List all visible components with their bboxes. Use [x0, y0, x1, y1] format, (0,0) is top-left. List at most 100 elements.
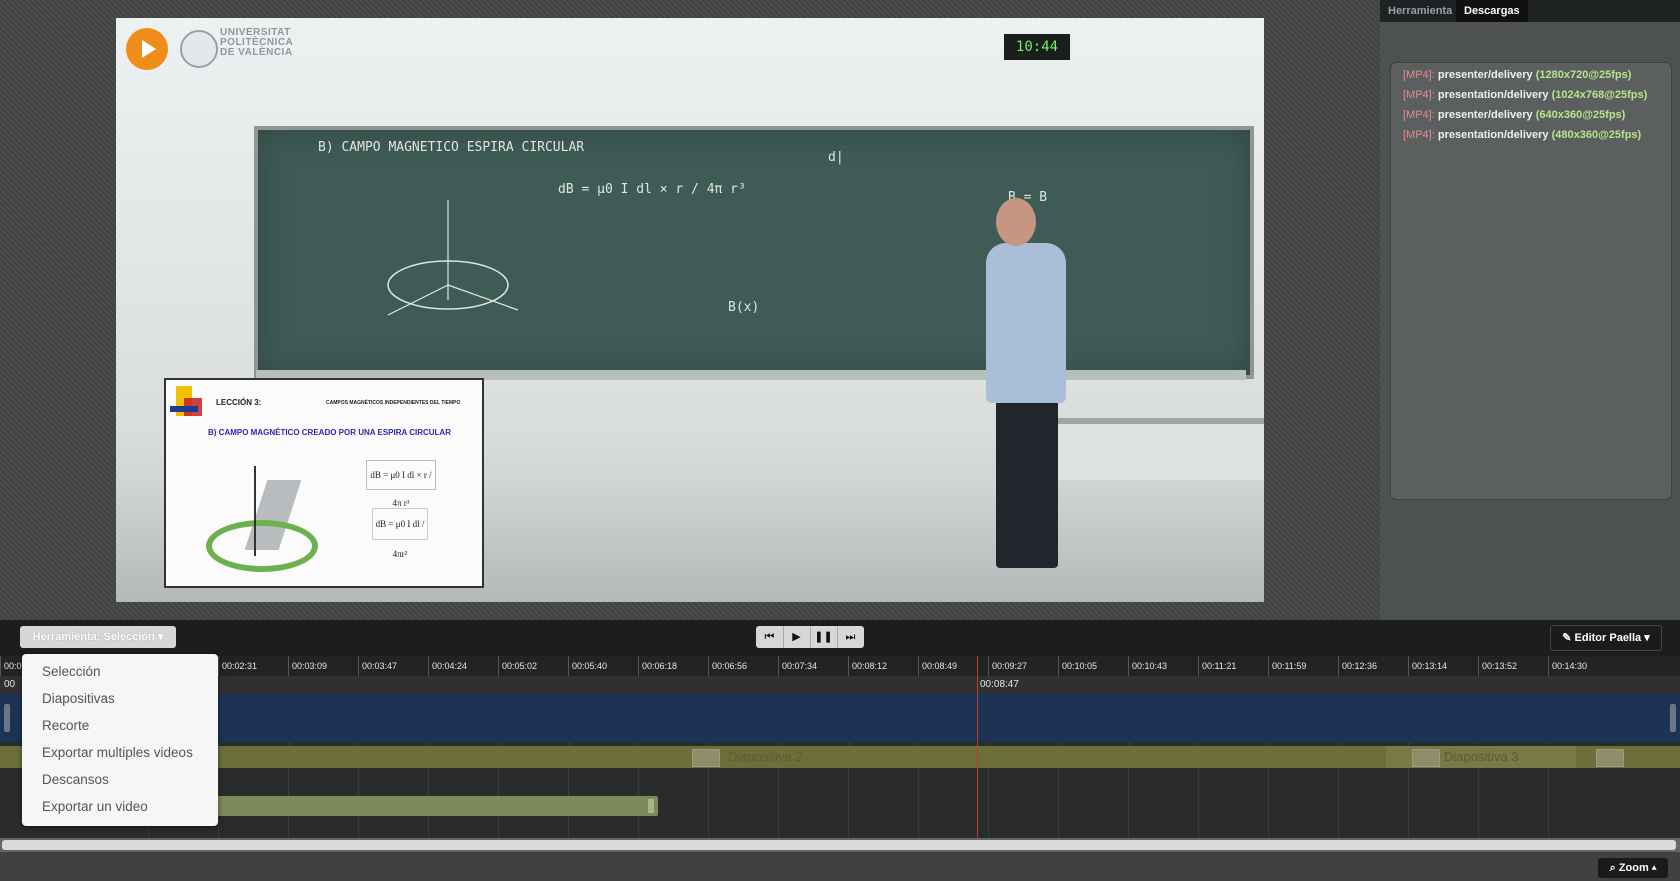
video-track[interactable]	[0, 694, 1680, 742]
ruler-tick: 00:08:49	[918, 656, 957, 676]
download-format: [MP4]:	[1403, 89, 1435, 101]
tab-herramienta[interactable]: Herramienta	[1380, 0, 1460, 22]
download-resolution: (1280x720@25fps)	[1535, 69, 1632, 81]
playback-controls: ⏮ ▶ ❚❚ ⏭	[756, 626, 864, 648]
download-link[interactable]: [MP4]: presenter/delivery (1280x720@25fp…	[1403, 69, 1631, 81]
slide-thumbnail[interactable]: LECCIÓN 3: CAMPOS MAGNÉTICOS INDEPENDIEN…	[164, 378, 484, 588]
tools-dropdown-button[interactable]: Herramienta: Selección ▾	[20, 626, 176, 648]
university-name: UNIVERSITAT POLITÈCNICA DE VALÈNCIA	[220, 27, 294, 58]
slide-header: CAMPOS MAGNÉTICOS INDEPENDIENTES DEL TIE…	[326, 400, 461, 406]
ruler-tick: 00:0	[0, 656, 22, 676]
panel-tabs: Herramienta Descargas	[1380, 0, 1680, 22]
download-name: presenter/delivery	[1437, 69, 1533, 81]
play-icon[interactable]: ▶	[783, 626, 811, 648]
slide-ring-shape	[206, 520, 318, 572]
ruler-start-label: 00	[4, 679, 16, 690]
slide-equation-2: dB = μ0 I dl / 4πr²	[372, 508, 428, 559]
menu-item-exportar-video[interactable]: Exportar un video	[42, 799, 148, 814]
download-resolution: (640x360@25fps)	[1535, 109, 1626, 121]
board-text-bx: B(x)	[728, 300, 760, 315]
ruler-tick: 00:13:14	[1408, 656, 1447, 676]
prev-icon[interactable]: ⏮	[756, 626, 784, 648]
right-panel: Herramienta Descargas [MP4]: presenter/d…	[1380, 0, 1680, 620]
tab-descargas[interactable]: Descargas	[1456, 0, 1528, 22]
trim-end-handle[interactable]	[648, 799, 654, 813]
next-icon[interactable]: ⏭	[837, 626, 864, 648]
ruler-tick: 00:06:56	[708, 656, 747, 676]
current-time-label: 00:08:47	[980, 679, 1019, 690]
download-format: [MP4]:	[1403, 129, 1435, 141]
slides-track[interactable]: Diapositiva 2 Diapositiva 3	[0, 746, 1680, 768]
search-icon: ⌕	[1609, 862, 1616, 874]
menu-item-recorte[interactable]: Recorte	[42, 718, 89, 733]
timeline-editor: Herramienta: Selección ▾ ⏮ ▶ ❚❚ ⏭ ✎ Edit…	[0, 620, 1680, 881]
edit-icon: ✎	[1562, 632, 1572, 644]
ruler-tick: 00:06:18	[638, 656, 677, 676]
pause-icon[interactable]: ❚❚	[810, 626, 838, 648]
playhead[interactable]	[977, 656, 978, 856]
menu-item-descansos[interactable]: Descansos	[42, 772, 109, 787]
downloads-list: [MP4]: presenter/delivery (1280x720@25fp…	[1390, 62, 1672, 500]
scroll-thumb[interactable]	[2, 840, 1676, 850]
tools-button-label: Herramienta: Selección	[32, 631, 155, 643]
time-ruler[interactable]: 00:000:01:5300:02:3100:03:0900:03:4700:0…	[0, 656, 1680, 676]
slide-label[interactable]: Diapositiva 2	[728, 746, 802, 768]
zoom-label: Zoom	[1618, 862, 1649, 874]
play-logo-icon	[126, 28, 168, 70]
editor-footer: ⌕ Zoom ▴	[0, 852, 1680, 881]
tools-menu: Selección Diapositivas Recorte Exportar …	[22, 654, 218, 826]
slide-equation-1: dB = μ0 I dl × r / 4π r³	[366, 460, 436, 508]
ruler-tick: 00:07:34	[778, 656, 817, 676]
ruler-tick: 00:10:43	[1128, 656, 1167, 676]
menu-item-diapositivas[interactable]: Diapositivas	[42, 691, 115, 706]
editor-button-label: Editor Paella	[1574, 632, 1642, 644]
slide-thumb-icon	[692, 749, 720, 767]
download-format: [MP4]:	[1403, 69, 1435, 81]
ruler-tick: 00:05:40	[568, 656, 607, 676]
track-end-handle[interactable]	[1670, 704, 1676, 732]
track-start-handle[interactable]	[4, 704, 10, 732]
slide-subtitle: B) CAMPO MAGNÉTICO CREADO POR UNA ESPIRA…	[208, 428, 451, 437]
ruler-tick: 00:08:12	[848, 656, 887, 676]
download-name: presenter/delivery	[1437, 109, 1533, 121]
board-text-title: B) CAMPO MAGNETICO ESPIRA CIRCULAR	[318, 140, 585, 155]
lecturer-legs	[996, 398, 1058, 568]
menu-item-exportar-multiples[interactable]: Exportar multiples videos	[42, 745, 193, 760]
trim-track[interactable]	[210, 796, 658, 816]
download-link[interactable]: [MP4]: presentation/delivery (480x360@25…	[1403, 129, 1641, 141]
ruler-tick: 00:04:24	[428, 656, 467, 676]
ruler-tick: 00:09:27	[988, 656, 1027, 676]
slide-thumb-icon	[1412, 749, 1440, 767]
slide-label[interactable]: Diapositiva 3	[1444, 746, 1518, 768]
time-ruler-current: 00 00:08:47	[0, 676, 1680, 694]
ruler-tick: 00:03:47	[358, 656, 397, 676]
download-resolution: (480x360@25fps)	[1551, 129, 1642, 141]
zoom-button[interactable]: ⌕ Zoom ▴	[1598, 858, 1668, 878]
download-resolution: (1024x768@25fps)	[1551, 89, 1648, 101]
ruler-tick: 00:14:30	[1548, 656, 1587, 676]
download-name: presentation/delivery	[1437, 89, 1549, 101]
slide-axis	[254, 466, 256, 556]
editor-paella-button[interactable]: ✎ Editor Paella ▾	[1550, 625, 1662, 651]
lecturer-head	[996, 198, 1036, 246]
editor-toolbar: Herramienta: Selección ▾ ⏮ ▶ ❚❚ ⏭ ✎ Edit…	[0, 620, 1680, 656]
ruler-tick: 00:10:05	[1058, 656, 1097, 676]
board-drawing	[387, 200, 519, 316]
wall-clock: 10:44	[1004, 34, 1070, 60]
video-area: B) CAMPO MAGNETICO ESPIRA CIRCULAR dB = …	[0, 0, 1380, 620]
slide-thumb-icon	[1596, 749, 1624, 767]
ruler-tick: 00:11:21	[1198, 656, 1236, 676]
university-seal-icon	[180, 30, 218, 68]
download-link[interactable]: [MP4]: presentation/delivery (1024x768@2…	[1403, 89, 1647, 101]
slide-lesson: LECCIÓN 3:	[216, 398, 262, 407]
download-link[interactable]: [MP4]: presenter/delivery (640x360@25fps…	[1403, 109, 1625, 121]
horizontal-scrollbar[interactable]	[0, 838, 1680, 852]
ruler-tick: 00:05:02	[498, 656, 537, 676]
board-text-dl: d|	[828, 150, 844, 165]
chalkboard: B) CAMPO MAGNETICO ESPIRA CIRCULAR dB = …	[254, 126, 1254, 379]
menu-item-seleccion[interactable]: Selección	[42, 664, 101, 679]
ruler-tick: 00:12:36	[1338, 656, 1377, 676]
slide-logo-blue	[170, 406, 198, 412]
board-text-equation: dB = μ0 I dl × r / 4π r³	[558, 182, 746, 197]
download-name: presentation/delivery	[1437, 129, 1549, 141]
